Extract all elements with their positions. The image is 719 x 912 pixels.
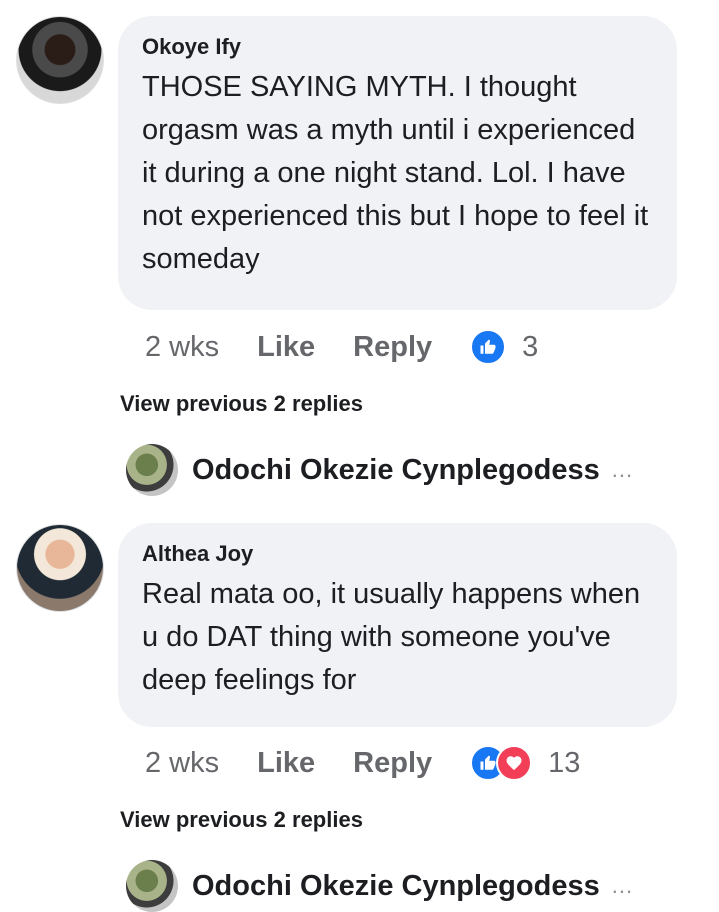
reaction-count[interactable]: 13	[548, 747, 580, 780]
comment-bubble: Okoye Ify THOSE SAYING MYTH. I thought o…	[118, 16, 677, 310]
comment-author[interactable]: Althea Joy	[142, 541, 653, 567]
comment-actions: 2 wks Like Reply 3	[145, 329, 538, 365]
more-indicator: ...	[611, 873, 634, 898]
like-button[interactable]: Like	[257, 331, 315, 364]
love-icon	[496, 745, 533, 781]
more-indicator: ...	[611, 457, 634, 482]
like-icon	[470, 329, 507, 365]
latest-reply[interactable]: Odochi Okezie Cynplegodess ...	[126, 444, 633, 496]
avatar[interactable]	[126, 860, 178, 912]
comment-author[interactable]: Okoye Ify	[142, 34, 653, 60]
comment-text: THOSE SAYING MYTH. I thought orgasm was …	[142, 71, 649, 275]
reactions[interactable]	[470, 329, 507, 365]
reply-author[interactable]: Odochi Okezie Cynplegodess	[192, 870, 600, 903]
view-previous-replies-link[interactable]: View previous 2 replies	[120, 391, 363, 417]
avatar[interactable]	[16, 16, 104, 104]
comment-timestamp[interactable]: 2 wks	[145, 747, 219, 780]
comment-bubble: Althea Joy Real mata oo, it usually happ…	[118, 523, 677, 727]
avatar[interactable]	[16, 524, 104, 612]
like-button[interactable]: Like	[257, 747, 315, 780]
reactions[interactable]	[470, 745, 533, 781]
reply-button[interactable]: Reply	[353, 747, 432, 780]
reply-author[interactable]: Odochi Okezie Cynplegodess	[192, 454, 600, 487]
latest-reply[interactable]: Odochi Okezie Cynplegodess ...	[126, 860, 633, 912]
avatar[interactable]	[126, 444, 178, 496]
view-previous-replies-link[interactable]: View previous 2 replies	[120, 807, 363, 833]
reply-button[interactable]: Reply	[353, 331, 432, 364]
comment-timestamp[interactable]: 2 wks	[145, 331, 219, 364]
comment-text: Real mata oo, it usually happens when u …	[142, 578, 641, 696]
comment-actions: 2 wks Like Reply 13	[145, 745, 580, 781]
reaction-count[interactable]: 3	[522, 331, 538, 364]
